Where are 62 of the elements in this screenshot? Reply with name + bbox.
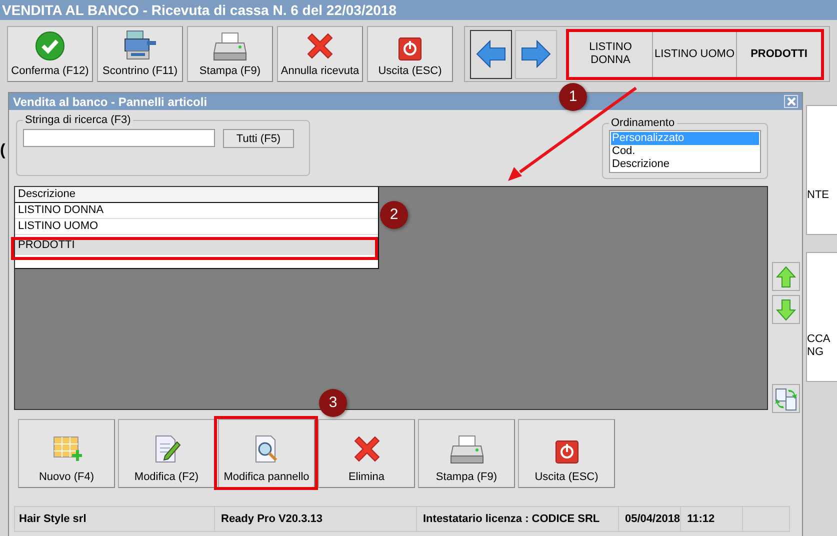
card-label: CCA [807,333,832,346]
toolbar-button[interactable]: Stampa (F9) [187,26,273,82]
panel-tab[interactable]: LISTINO UOMO [653,32,737,76]
search-field[interactable] [23,129,215,147]
cross-icon [305,31,335,61]
grid-plus-icon [52,434,82,464]
table-row[interactable]: LISTINO UOMO [15,219,378,235]
left-arrow-icon [476,40,506,68]
table-row[interactable]: LISTINO DONNA [15,203,378,219]
toolbar-button[interactable]: Scontrino (F11) [97,26,183,82]
all-button[interactable]: Tutti (F5) [223,129,294,148]
close-icon [786,97,796,106]
action-button[interactable]: Uscita (ESC) [518,419,615,488]
sort-option[interactable]: Descrizione [611,158,759,171]
close-button[interactable] [784,95,798,108]
table-cell: LISTINO DONNA [18,204,104,216]
column-header: Descrizione [15,187,378,203]
table-cell: LISTINO UOMO [18,220,98,232]
action-button[interactable]: Stampa (F9) [418,419,515,488]
action-button[interactable]: Modifica pannello [218,419,315,488]
status-text: Hair Style srl [15,507,215,531]
annotation-marker: 1 [559,83,587,111]
cross-icon [352,434,382,464]
panel-tab[interactable]: LISTINO DONNA [569,32,653,76]
move-up-button[interactable] [772,262,800,291]
power-icon [398,37,422,61]
toolbar-button[interactable]: Conferma (F12) [7,26,93,82]
panel-card[interactable]: NTE [806,105,837,235]
window-title: VENDITA AL BANCO - Ricevuta di cassa N. 6 del 22/03/2018 [0,0,837,20]
power-icon [554,440,578,464]
card-label: NG [807,346,824,359]
toolbar-button[interactable]: Uscita (ESC) [367,26,453,82]
dialog-title: Vendita al banco - Pannelli articoli [13,94,208,108]
status-text: Intestatario licenza : CODICE SRL [419,507,619,531]
printer-icon [213,31,247,61]
cash-register-icon [123,29,157,61]
up-arrow-icon [776,266,796,288]
sort-option[interactable]: Cod. [611,145,759,158]
status-text: 05/04/2018 [621,507,682,531]
panel-card[interactable]: CCA NG [806,252,837,382]
table-cell: PRODOTTI [18,239,75,251]
group-label: Ordinamento [610,117,676,129]
check-icon [35,31,65,61]
documents-refresh-icon [774,386,798,410]
card-label: NTE [807,188,830,202]
refresh-button[interactable] [772,384,800,413]
toolbar-button[interactable]: Annulla ricevuta [277,26,363,82]
back-button[interactable] [470,30,512,78]
action-button[interactable]: Modifica (F2) [118,419,215,488]
text-fragment: ( [0,142,6,160]
action-button[interactable]: Nuovo (F4) [18,419,115,488]
status-text: 11:12 [683,507,744,531]
right-arrow-icon [521,40,551,68]
document-pencil-icon [152,434,180,464]
down-arrow-icon [776,298,796,320]
status-text: Ready Pro V20.3.13 [217,507,417,531]
panel-tab[interactable]: PRODOTTI [737,32,821,76]
printer-icon [450,434,484,464]
move-down-button[interactable] [772,295,800,324]
forward-button[interactable] [515,30,557,78]
group-label: Stringa di ricerca (F3) [24,114,132,126]
action-button[interactable]: Elimina [318,419,415,488]
